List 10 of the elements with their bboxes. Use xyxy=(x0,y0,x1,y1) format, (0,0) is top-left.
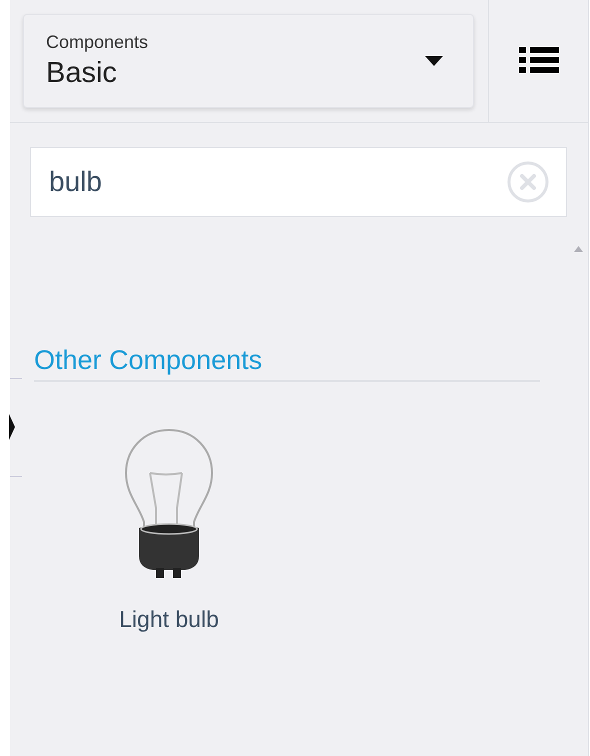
list-view-icon[interactable] xyxy=(518,47,558,73)
caret-icon xyxy=(425,56,443,66)
category-dropdown[interactable]: Components Basic xyxy=(23,14,474,108)
search-field[interactable]: bulb xyxy=(30,147,567,217)
component-item[interactable]: Light bulb xyxy=(94,428,244,633)
dropdown-value: Basic xyxy=(46,57,118,90)
chevron-icon[interactable] xyxy=(9,414,15,440)
dropdown-label: Components xyxy=(46,32,150,53)
section-title: Other Components xyxy=(34,345,262,376)
light-bulb-icon xyxy=(123,428,215,580)
